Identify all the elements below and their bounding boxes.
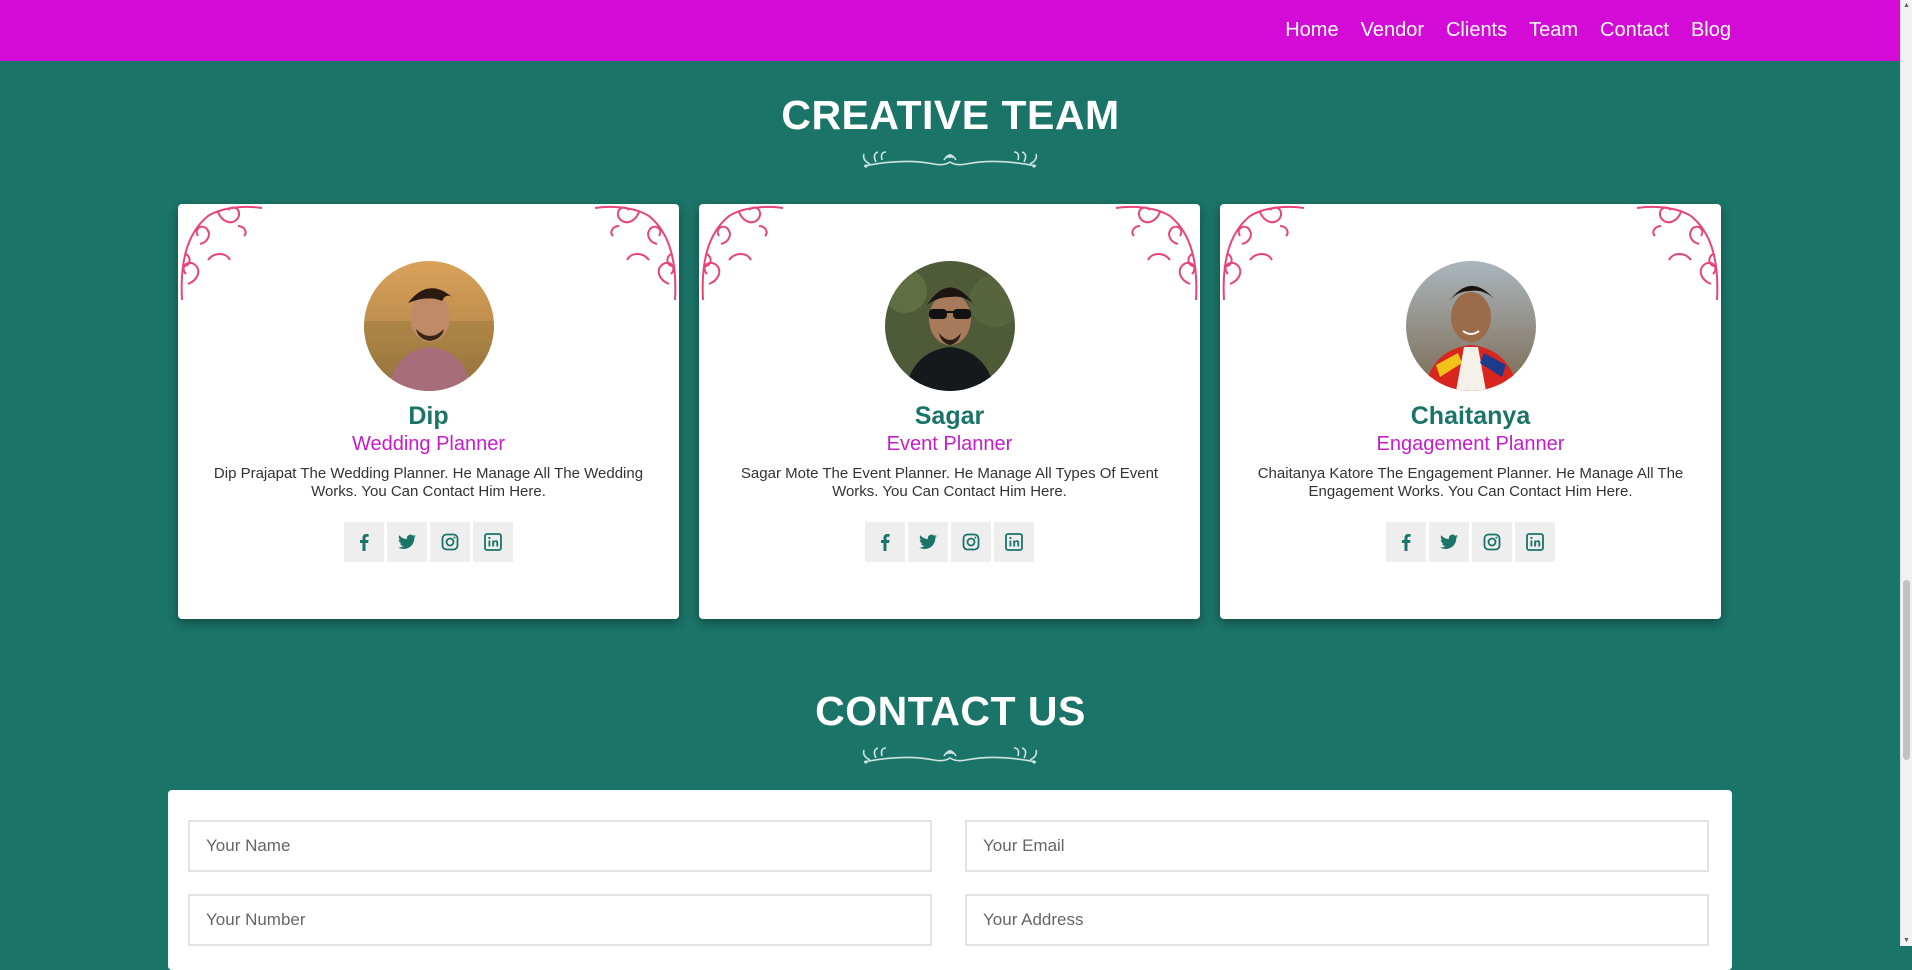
floral-corner-icon	[1115, 206, 1198, 301]
nav-links: Home Vendor Clients Team Contact Blog	[1285, 0, 1731, 61]
floral-corner-icon	[1222, 206, 1305, 301]
nav-link-blog[interactable]: Blog	[1691, 19, 1731, 42]
contact-form	[168, 790, 1732, 970]
twitter-button[interactable]	[1429, 522, 1469, 562]
twitter-icon	[398, 534, 416, 550]
facebook-button[interactable]	[344, 522, 384, 562]
nav-link-home[interactable]: Home	[1285, 19, 1338, 42]
floral-corner-icon	[180, 206, 263, 301]
member-role: Engagement Planner	[1376, 433, 1565, 455]
team-section-title: CREATIVE TEAM	[781, 92, 1120, 138]
linkedin-icon	[1526, 533, 1544, 551]
instagram-icon	[962, 533, 980, 551]
twitter-icon	[1440, 534, 1458, 550]
name-field[interactable]	[188, 820, 932, 872]
linkedin-icon	[484, 533, 502, 551]
scrollbar-thumb[interactable]	[1903, 580, 1910, 760]
facebook-button[interactable]	[865, 522, 905, 562]
address-field[interactable]	[965, 894, 1709, 946]
scroll-down-arrow-icon[interactable]: ▼	[1901, 935, 1912, 946]
facebook-icon	[360, 534, 369, 551]
facebook-button[interactable]	[1386, 522, 1426, 562]
nav-link-clients[interactable]: Clients	[1446, 19, 1507, 42]
floral-divider-icon	[862, 747, 1038, 764]
floral-corner-icon	[1636, 206, 1719, 301]
member-name: Dip	[408, 402, 449, 430]
linkedin-icon	[1005, 533, 1023, 551]
twitter-icon	[919, 534, 937, 550]
avatar	[1406, 261, 1536, 391]
number-field[interactable]	[188, 894, 932, 946]
instagram-icon	[1483, 533, 1501, 551]
scroll-up-arrow-icon[interactable]: ▲	[1901, 0, 1912, 11]
social-links	[699, 522, 1200, 562]
instagram-icon	[441, 533, 459, 551]
page-scrollbar[interactable]: ▲ ▼	[1900, 0, 1912, 946]
twitter-button[interactable]	[908, 522, 948, 562]
member-name: Sagar	[914, 402, 985, 430]
team-card-dip: Dip Wedding Planner Dip Prajapat The Wed…	[178, 204, 679, 619]
linkedin-button[interactable]	[473, 522, 513, 562]
member-description: Chaitanya Katore The Engagement Planner.…	[1257, 465, 1684, 500]
floral-corner-icon	[701, 206, 784, 301]
top-navbar: Home Vendor Clients Team Contact Blog	[0, 0, 1901, 61]
floral-corner-icon	[594, 206, 677, 301]
member-description: Dip Prajapat The Wedding Planner. He Man…	[213, 465, 644, 500]
linkedin-button[interactable]	[994, 522, 1034, 562]
social-links	[178, 522, 679, 562]
instagram-button[interactable]	[1472, 522, 1512, 562]
instagram-button[interactable]	[951, 522, 991, 562]
member-role: Wedding Planner	[351, 433, 506, 455]
nav-link-vendor[interactable]: Vendor	[1361, 19, 1424, 42]
avatar	[885, 261, 1015, 391]
member-role: Event Planner	[886, 433, 1013, 455]
twitter-button[interactable]	[387, 522, 427, 562]
contact-section-title: CONTACT US	[815, 688, 1086, 734]
facebook-icon	[1402, 534, 1411, 551]
member-name: Chaitanya	[1410, 402, 1531, 430]
linkedin-button[interactable]	[1515, 522, 1555, 562]
nav-link-contact[interactable]: Contact	[1600, 19, 1669, 42]
team-card-sagar: Sagar Event Planner Sagar Mote The Event…	[699, 204, 1200, 619]
email-field[interactable]	[965, 820, 1709, 872]
team-card-chaitanya: Chaitanya Engagement Planner Chaitanya K…	[1220, 204, 1721, 619]
floral-divider-icon	[862, 151, 1038, 168]
avatar	[364, 261, 494, 391]
instagram-button[interactable]	[430, 522, 470, 562]
member-description: Sagar Mote The Event Planner. He Manage …	[740, 465, 1159, 500]
facebook-icon	[881, 534, 890, 551]
nav-link-team[interactable]: Team	[1529, 19, 1578, 42]
social-links	[1220, 522, 1721, 562]
